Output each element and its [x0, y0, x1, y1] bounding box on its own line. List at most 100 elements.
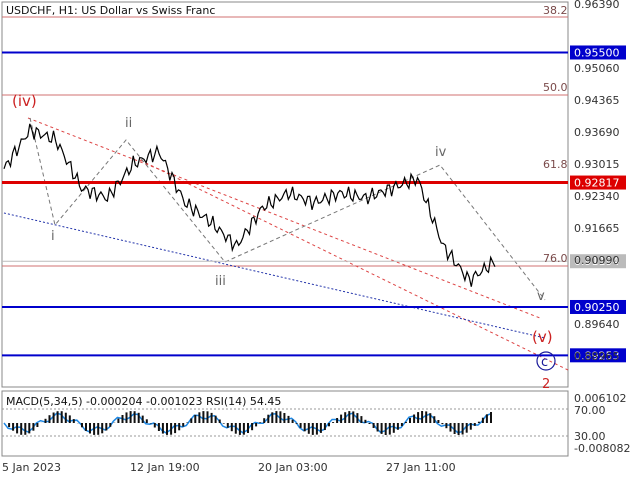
macd-bar: [161, 423, 164, 434]
macd-bar: [323, 423, 326, 430]
macd-bar: [166, 423, 168, 435]
time-axis: 5 Jan 2023 12 Jan 19:00 20 Jan 03:00 27 …: [2, 461, 456, 474]
macd-bar: [388, 423, 391, 435]
macd-bar: [287, 415, 290, 423]
macd-bar: [81, 423, 83, 428]
macd-bar: [125, 412, 128, 423]
macd-bar: [52, 412, 55, 423]
fib-label-61: 61.8: [543, 158, 568, 171]
wave-label-v: v: [537, 289, 545, 304]
macd-bar: [396, 423, 399, 430]
macd-bar: [340, 414, 343, 423]
macd-bar: [299, 423, 302, 428]
wave-label-ii: ii: [125, 116, 132, 131]
price-tick: 0.96390: [574, 0, 620, 11]
macd-bar: [271, 412, 274, 423]
macd-bar: [190, 418, 193, 423]
macd-bar: [417, 412, 420, 423]
macd-bar: [121, 415, 124, 423]
macd-bar: [437, 420, 440, 423]
macd-bar: [251, 423, 254, 431]
price-tick: 0.91665: [574, 222, 620, 235]
macd-bar: [206, 411, 209, 423]
macd-bar: [485, 414, 488, 423]
macd-bar: [263, 418, 266, 423]
macd-bar: [291, 419, 294, 423]
macd-bar: [28, 423, 31, 434]
time-tick: 12 Jan 19:00: [130, 461, 200, 474]
macd-bar: [344, 412, 347, 423]
macd-bar: [56, 411, 59, 423]
level-badge-text-3: 0.90250: [574, 301, 620, 314]
macd-bar: [469, 423, 472, 430]
macd-bar: [174, 423, 177, 434]
macd-bar: [409, 417, 411, 423]
macd-bar: [303, 423, 306, 432]
macd-bar: [421, 411, 424, 423]
macd-bar: [72, 419, 75, 423]
chart-title: USDCHF, H1: US Dollar vs Swiss Franc: [6, 4, 215, 17]
macd-bar: [133, 411, 136, 423]
macd-bar: [157, 423, 160, 431]
macd-bar: [445, 423, 448, 429]
macd-bar: [315, 423, 318, 435]
macd-bar: [372, 423, 375, 428]
macd-bar: [226, 423, 229, 428]
macd-bar: [48, 415, 51, 423]
macd-bar: [89, 423, 91, 434]
macd-bar: [453, 423, 456, 434]
price-tick: 0.93690: [574, 126, 620, 139]
fib-label-50: 50.0: [543, 81, 568, 94]
price-chart[interactable]: 0.955000.928170.911940.902500.89253 USDC…: [0, 0, 640, 480]
macd-bar: [85, 423, 87, 431]
macd-bar: [328, 423, 330, 427]
macd-bar: [20, 423, 23, 435]
macd-bar: [465, 423, 468, 433]
macd-bar: [64, 412, 67, 423]
macd-bar: [60, 411, 63, 423]
macd-bar: [117, 418, 120, 423]
macd-bar: [400, 423, 403, 427]
price-tick: 0.94365: [574, 94, 620, 107]
macd-bar: [238, 423, 241, 435]
wave-label-i: i: [51, 229, 55, 244]
macd-bar: [255, 423, 258, 427]
macd-bar: [194, 414, 197, 423]
fib-label-76: 76.0: [543, 252, 568, 265]
wave-label-iii: iii: [215, 274, 226, 289]
macd-bar: [68, 415, 71, 423]
macd-bar: [198, 412, 201, 423]
macd-bar: [413, 414, 416, 423]
macd-bar: [105, 423, 108, 431]
wave-label-c: c: [541, 355, 548, 370]
wave-label-v-red: (v): [532, 328, 553, 346]
macd-bar: [218, 419, 221, 423]
macd-bar: [307, 423, 310, 434]
indicator-tick: -0.008082: [574, 442, 630, 455]
macd-bar: [368, 423, 371, 424]
macd-bar: [101, 423, 104, 434]
macd-bar: [461, 423, 464, 435]
price-tick: 0.90990: [574, 254, 620, 267]
macd-bar: [336, 418, 339, 423]
time-tick: 27 Jan 11:00: [386, 461, 456, 474]
macd-bar: [364, 419, 367, 423]
price-tick: 0.89640: [574, 318, 620, 331]
price-tick: 0.92340: [574, 190, 620, 203]
macd-bar: [24, 423, 27, 435]
macd-bar: [360, 416, 363, 423]
macd-bar: [490, 412, 492, 423]
macd-bar: [242, 423, 245, 435]
macd-bar: [275, 411, 278, 423]
macd-bar: [384, 423, 387, 435]
macd-bar: [477, 421, 480, 423]
macd-bar: [376, 423, 379, 432]
macd-bar: [267, 414, 270, 423]
wave-label-2: 2: [542, 377, 550, 392]
macd-bar: [214, 415, 217, 423]
macd-bar: [332, 422, 335, 423]
time-tick: 5 Jan 2023: [2, 461, 61, 474]
macd-bar: [433, 416, 436, 423]
price-tick: 0.88965: [574, 350, 620, 363]
indicator-tick: 70.00: [574, 404, 606, 417]
